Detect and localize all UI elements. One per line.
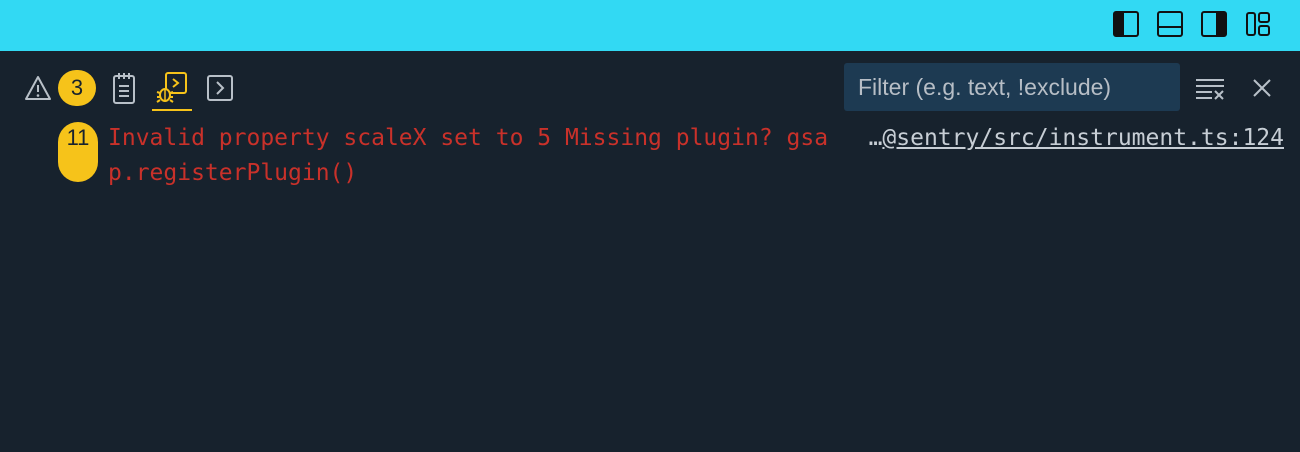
problems-count-badge: 3 xyxy=(58,70,96,106)
filter-input[interactable] xyxy=(844,63,1180,111)
tab-debug-console[interactable] xyxy=(152,67,192,111)
panel: 3 Filter (e.g. text, !exclude) 11 Invali… xyxy=(0,51,1300,452)
debug-console-icon xyxy=(156,72,187,103)
warning-icon xyxy=(25,76,51,100)
console-message: Invalid property scaleX set to 5 Missing… xyxy=(108,125,829,186)
tab-output[interactable] xyxy=(106,69,142,107)
close-panel-icon[interactable] xyxy=(1245,71,1279,105)
tab-terminal[interactable] xyxy=(202,69,238,107)
toggle-primary-sidebar-icon[interactable] xyxy=(1112,10,1140,38)
tab-problems[interactable] xyxy=(20,69,56,107)
clear-console-icon[interactable] xyxy=(1193,71,1227,105)
source-ellipsis: … xyxy=(868,125,883,151)
source-link[interactable]: …@sentry/src/instrument.ts:124 xyxy=(869,121,1284,156)
toggle-secondary-sidebar-icon[interactable] xyxy=(1200,10,1228,38)
source-path[interactable]: @sentry/src/instrument.ts:124 xyxy=(882,125,1284,151)
repeat-count-badge: 11 xyxy=(58,122,98,182)
title-bar xyxy=(0,0,1300,51)
terminal-icon xyxy=(207,75,233,101)
notepad-icon xyxy=(113,73,135,104)
toggle-panel-icon[interactable] xyxy=(1156,10,1184,38)
customize-layout-icon[interactable] xyxy=(1244,10,1272,38)
